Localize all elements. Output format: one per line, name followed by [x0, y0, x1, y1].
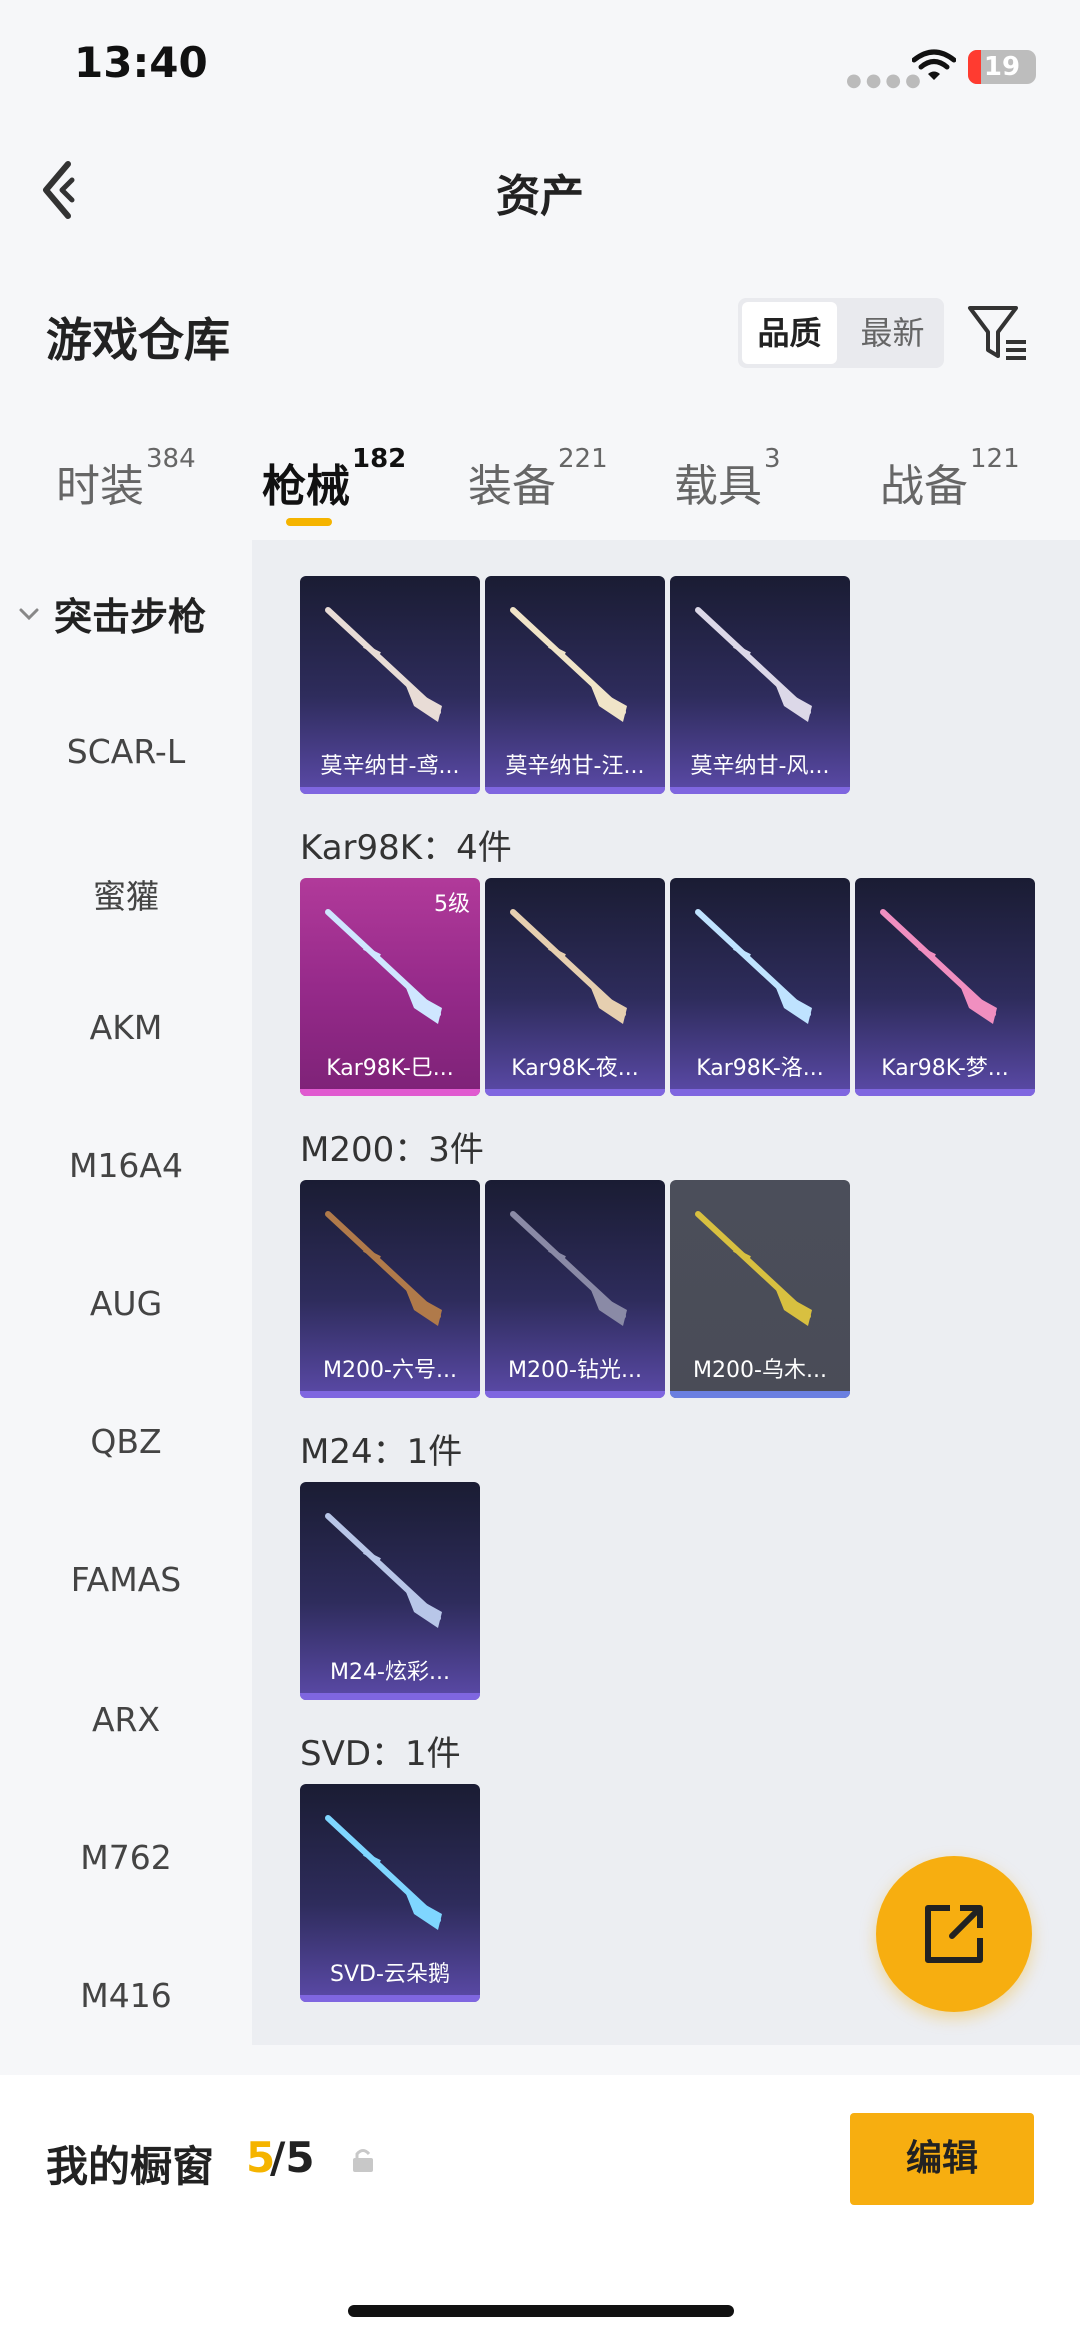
weapon-name: 莫辛纳甘-风...: [690, 754, 830, 779]
rarity-bar: [855, 1089, 1035, 1096]
weapon-name: SVD-云朵鹅: [330, 1962, 450, 1987]
weapon-name: M200-乌木...: [693, 1358, 827, 1383]
weapon-name: 莫辛纳甘-汪...: [505, 754, 645, 779]
chevron-down-icon: [19, 608, 39, 620]
lock-icon: [353, 2149, 373, 2172]
weapon-type-sidebar: 突击步枪 SCAR-L 蜜獾 AKM M16A4 AUG QBZ FAMAS A…: [0, 540, 252, 2070]
showcase-label: 我的橱窗: [46, 2142, 215, 2191]
weapon-name: Kar98K-巳...: [326, 1056, 454, 1081]
weapon-name: Kar98K-洛...: [696, 1056, 824, 1081]
weapon-card[interactable]: Kar98K-洛...: [670, 878, 850, 1096]
rifle-icon: [510, 909, 627, 1024]
rarity-bar: [300, 787, 480, 794]
active-tab-indicator: [286, 518, 332, 526]
weapon-name: 莫辛纳甘-鸢...: [320, 754, 460, 779]
sort-newest-button[interactable]: 最新: [845, 302, 940, 364]
sidebar-item-m416[interactable]: M416: [0, 1976, 252, 2015]
tab-supplies[interactable]: 战备121: [880, 444, 1020, 514]
sidebar-item-m16a4[interactable]: M16A4: [0, 1146, 252, 1185]
filter-icon[interactable]: [966, 302, 1030, 364]
weapon-card[interactable]: SVD-云朵鹅: [300, 1784, 480, 2002]
rarity-bar: [300, 1089, 480, 1096]
rifle-icon: [510, 607, 627, 722]
warehouse-title: 游戏仓库: [46, 313, 230, 367]
rarity-bar: [670, 787, 850, 794]
sidebar-item-honey-badger[interactable]: 蜜獾: [0, 870, 252, 918]
weapon-card[interactable]: M200-钻光...: [485, 1180, 665, 1398]
sidebar-item-m762[interactable]: M762: [0, 1838, 252, 1877]
weapon-group-title: M24：1件: [300, 1432, 463, 1472]
rifle-icon: [695, 607, 812, 722]
share-export-icon: [925, 1905, 983, 1963]
rarity-bar: [485, 1089, 665, 1096]
sidebar-item-akm[interactable]: AKM: [0, 1008, 252, 1047]
rarity-bar: [670, 1391, 850, 1398]
weapon-card[interactable]: Kar98K-夜...: [485, 878, 665, 1096]
battery-icon: 19: [968, 50, 1036, 84]
weapon-group-title: SVD：1件: [300, 1734, 461, 1774]
rifle-icon: [325, 607, 442, 722]
status-bar: 13:40 ●●●● 19: [0, 0, 1080, 130]
weapon-card[interactable]: M200-乌木...: [670, 1180, 850, 1398]
sort-quality-button[interactable]: 品质: [742, 302, 837, 364]
sidebar-item-scar-l[interactable]: SCAR-L: [0, 732, 252, 771]
page-title: 资产: [496, 171, 584, 222]
weapon-group-title: M200：3件: [300, 1130, 484, 1170]
rarity-bar: [485, 787, 665, 794]
sidebar-item-famas[interactable]: FAMAS: [0, 1560, 252, 1599]
weapon-card[interactable]: 5级 Kar98K-巳...: [300, 878, 480, 1096]
wifi-icon: [912, 49, 956, 80]
sidebar-group-assault-rifles[interactable]: 突击步枪: [18, 586, 206, 641]
rifle-icon: [510, 1211, 627, 1326]
weapon-card[interactable]: M200-六号...: [300, 1180, 480, 1398]
share-button[interactable]: [876, 1856, 1032, 2012]
weapon-group-title: Kar98K：4件: [300, 828, 512, 868]
tab-weapons[interactable]: 枪械182: [262, 444, 406, 514]
weapon-name: Kar98K-夜...: [511, 1056, 639, 1081]
sidebar-item-arx[interactable]: ARX: [0, 1700, 252, 1739]
weapon-name: Kar98K-梦...: [881, 1056, 1009, 1081]
rarity-bar: [485, 1391, 665, 1398]
edit-button[interactable]: 编辑: [850, 2113, 1034, 2205]
status-time: 13:40: [74, 38, 208, 87]
weapon-name: M200-六号...: [323, 1358, 457, 1383]
category-tabs: 时装384 枪械182 装备221 载具3 战备121: [0, 440, 1080, 540]
weapon-card[interactable]: Kar98K-梦...: [855, 878, 1035, 1096]
battery-level: 19: [983, 52, 1021, 82]
rifle-icon: [325, 1211, 442, 1326]
home-indicator: [348, 2305, 734, 2317]
rifle-icon: [325, 1513, 442, 1628]
tab-equipment[interactable]: 装备221: [468, 444, 608, 514]
weapon-card[interactable]: 莫辛纳甘-鸢...: [300, 576, 480, 794]
weapon-card[interactable]: 莫辛纳甘-风...: [670, 576, 850, 794]
nav-bar: 资产: [0, 130, 1080, 250]
tab-vehicles[interactable]: 载具3: [674, 444, 781, 514]
weapon-name: M200-钻光...: [508, 1358, 642, 1383]
rarity-bar: [300, 1693, 480, 1700]
showcase-count-total: /5: [270, 2133, 315, 2182]
tab-fashion[interactable]: 时装384: [56, 444, 196, 514]
rarity-bar: [300, 1391, 480, 1398]
rarity-bar: [670, 1089, 850, 1096]
rarity-bar: [300, 1995, 480, 2002]
sidebar-item-aug[interactable]: AUG: [0, 1284, 252, 1323]
rifle-icon: [695, 909, 812, 1024]
showcase-bar: 我的橱窗 5 /5 编辑: [0, 2075, 1080, 2339]
weapon-level-badge: 5级: [434, 892, 470, 917]
weapon-grid: 莫辛纳甘-鸢... 莫辛纳甘-汪... 莫辛纳甘-风... Kar98K：4件 5级 Ka…: [252, 540, 1080, 2045]
rifle-icon: [325, 1815, 442, 1930]
weapon-card[interactable]: M24-炫彩...: [300, 1482, 480, 1700]
weapon-name: M24-炫彩...: [330, 1660, 450, 1685]
weapon-card[interactable]: 莫辛纳甘-汪...: [485, 576, 665, 794]
rifle-icon: [695, 1211, 812, 1326]
sort-switch: 品质 最新: [738, 298, 944, 368]
rifle-icon: [880, 909, 997, 1024]
rifle-icon: [325, 909, 442, 1024]
sidebar-item-qbz[interactable]: QBZ: [0, 1422, 252, 1461]
